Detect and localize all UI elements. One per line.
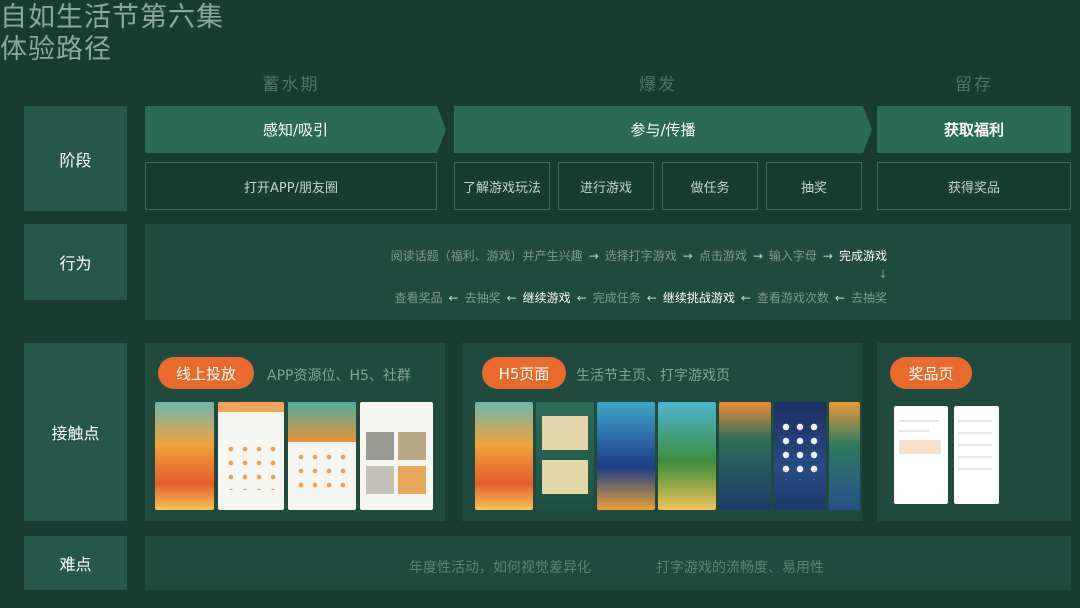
arrow-down-icon: ↓ <box>878 267 889 281</box>
arrow-left-icon: ← <box>834 290 845 305</box>
arrow-left-icon: ← <box>506 290 517 305</box>
text-line <box>958 432 992 434</box>
row-header-difficulty: 难点 <box>24 536 127 590</box>
sub-stage-open-app: 打开APP/朋友圈 <box>145 162 437 210</box>
prize-card <box>899 440 941 454</box>
behavior-flow-bottom: 查看奖品 ← 去抽奖 ← 继续游戏 ← 完成任务 ← 继续挑战游戏 ← 查看游戏… <box>395 289 887 306</box>
row-header-touchpoint: 接触点 <box>24 343 127 521</box>
photo-thumbnail <box>366 432 394 460</box>
touchpoint-desc-h5: 生活节主页、打字游戏页 <box>576 368 730 384</box>
phase-burst: 爆发 <box>639 75 677 95</box>
screenshot-h5-intro <box>536 402 594 510</box>
text-line <box>899 420 939 422</box>
photo-thumbnail <box>398 466 426 494</box>
arrow-right-icon: → <box>588 248 599 263</box>
arrow-left-icon: ← <box>576 290 587 305</box>
sub-stage-play: 进行游戏 <box>558 162 654 210</box>
flow-step: 去抽奖 <box>850 291 887 305</box>
title-line-1: 自如生活节第六集 <box>0 2 224 33</box>
screenshot-prize-detail <box>954 406 999 504</box>
screenshot-prize-list <box>894 406 948 504</box>
difficulty-usability: 打字游戏的流畅度、易用性 <box>656 560 824 576</box>
arrow-right-icon: → <box>822 248 833 263</box>
app-banner <box>288 402 356 442</box>
text-line <box>958 420 992 422</box>
app-header-bar <box>218 402 284 412</box>
behavior-flow-top: 阅读话题（福利、游戏）并产生兴趣 → 选择打字游戏 → 点击游戏 → 输入字母 … <box>391 247 887 264</box>
flow-step-highlight: 继续挑战游戏 <box>662 291 735 305</box>
tag-prize-page: 奖品页 <box>890 357 972 389</box>
screenshot-app-community <box>360 402 433 510</box>
flow-step: 查看游戏次数 <box>756 291 829 305</box>
flow-step: 点击游戏 <box>698 249 747 263</box>
text-line <box>958 444 992 446</box>
flow-step: 输入字母 <box>768 249 817 263</box>
row-header-stage: 阶段 <box>24 106 127 211</box>
screenshot-lottery-page <box>774 402 826 510</box>
sub-stage-lottery: 抽奖 <box>766 162 862 210</box>
arrow-left-icon: ← <box>740 290 751 305</box>
flow-step-highlight: 完成游戏 <box>838 249 887 263</box>
stage-benefit: 获取福利 <box>877 106 1071 153</box>
screenshot-game-partial <box>829 402 860 510</box>
arrow-left-icon: ← <box>646 290 657 305</box>
text-line <box>958 468 992 470</box>
arrow-right-icon: → <box>752 248 763 263</box>
prize-grid <box>779 420 821 480</box>
screenshot-game-scene <box>658 402 716 510</box>
arrow-left-icon: ← <box>448 290 459 305</box>
screenshot-app-home <box>218 402 284 510</box>
illustration <box>542 460 588 494</box>
flow-step: 完成任务 <box>592 291 641 305</box>
screenshot-app-banner <box>288 402 356 510</box>
app-icon-grid <box>224 442 278 490</box>
tag-h5-page: H5页面 <box>482 357 566 389</box>
screenshot-poster <box>155 402 214 510</box>
text-line <box>958 456 992 458</box>
page-title: 自如生活节第六集 体验路径 <box>0 2 224 66</box>
flow-step: 去抽奖 <box>464 291 501 305</box>
illustration <box>542 416 588 450</box>
app-icon-grid <box>294 450 350 490</box>
screenshot-task-page <box>719 402 771 510</box>
sub-stage-learn: 了解游戏玩法 <box>454 162 550 210</box>
flow-step: 选择打字游戏 <box>604 249 677 263</box>
flow-step: 阅读话题（福利、游戏）并产生兴趣 <box>390 249 583 263</box>
arrow-right-icon: → <box>682 248 693 263</box>
phase-storage: 蓄水期 <box>262 75 320 95</box>
screenshot-h5-home <box>475 402 533 510</box>
flow-step-highlight: 继续游戏 <box>522 291 571 305</box>
screenshot-typing-game <box>597 402 655 510</box>
stage-perceive: 感知/吸引 <box>145 106 446 153</box>
sub-stage-get-prize: 获得奖品 <box>877 162 1071 210</box>
touchpoint-desc-online: APP资源位、H5、社群 <box>267 368 411 384</box>
photo-thumbnail <box>366 466 394 494</box>
photo-thumbnail <box>398 432 426 460</box>
sub-stage-task: 做任务 <box>662 162 758 210</box>
text-line <box>899 430 929 432</box>
tag-online-ads: 线上投放 <box>158 357 254 389</box>
phase-retention: 留存 <box>955 75 993 95</box>
flow-step: 查看奖品 <box>394 291 443 305</box>
title-line-2: 体验路径 <box>0 34 112 65</box>
difficulty-panel <box>145 536 1071 590</box>
stage-participate: 参与/传播 <box>454 106 872 153</box>
row-header-behavior: 行为 <box>24 224 127 300</box>
difficulty-visual: 年度性活动，如何视觉差异化 <box>409 560 591 576</box>
